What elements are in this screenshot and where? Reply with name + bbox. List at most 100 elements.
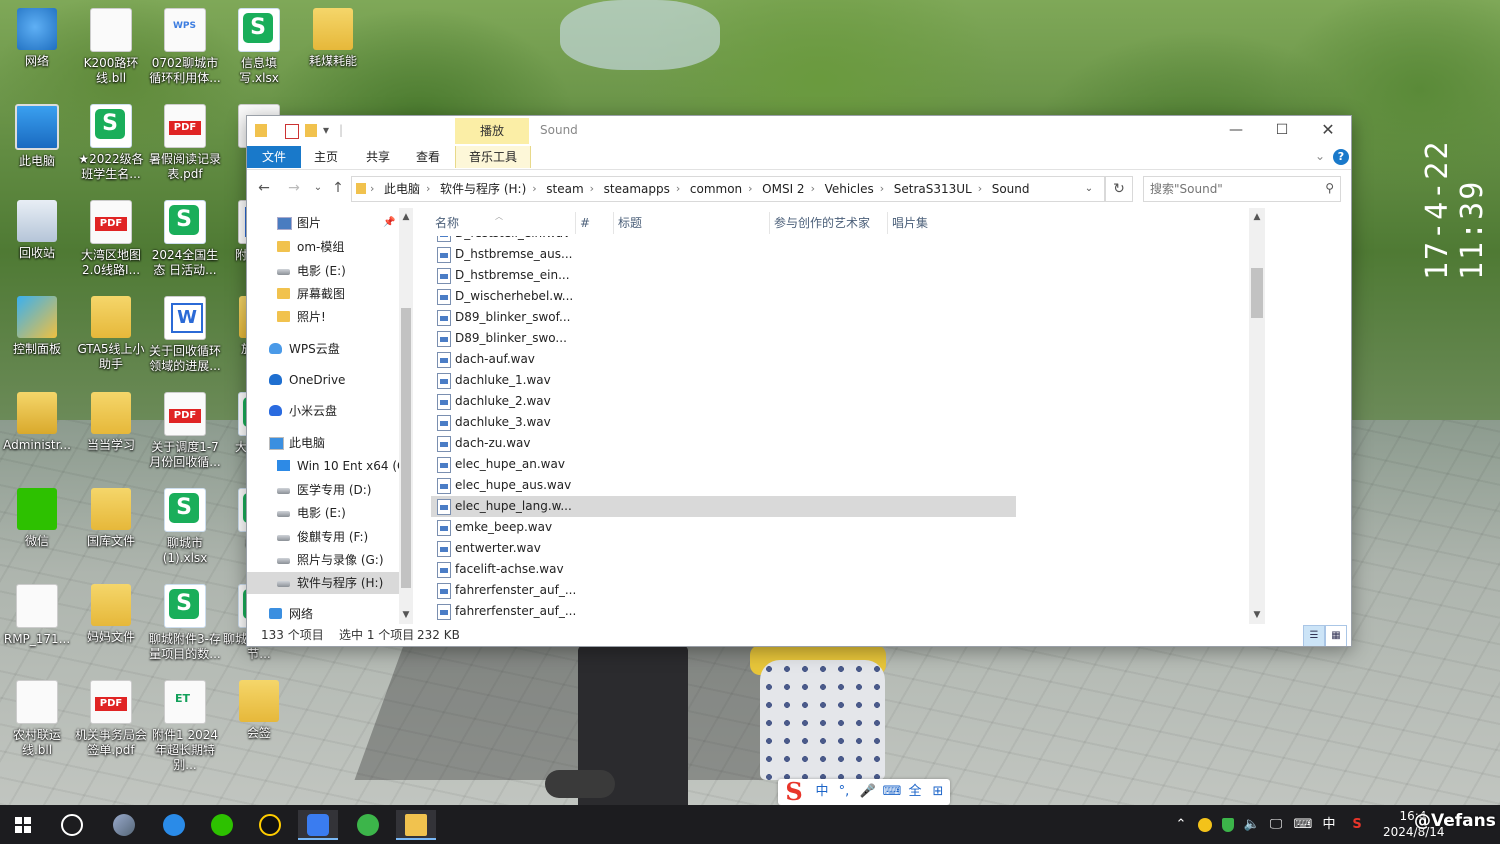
nav-item[interactable]: 照片与录像 (G:) xyxy=(247,549,399,571)
nav-item[interactable]: WPS云盘 xyxy=(247,338,399,360)
desktop-icon[interactable]: 微信 xyxy=(0,488,74,549)
breadcrumb-separator-icon[interactable]: › xyxy=(370,177,374,201)
nav-item[interactable]: 图片 📌 xyxy=(247,212,399,234)
desktop-icon[interactable]: 当当学习 xyxy=(74,392,148,453)
nav-item[interactable]: 电影 (E:) xyxy=(247,502,399,524)
file-row[interactable]: facelift-achse.wav xyxy=(431,559,1016,580)
minimize-button[interactable]: — xyxy=(1213,116,1259,144)
nav-item[interactable]: 软件与程序 (H:) xyxy=(247,572,399,594)
taskbar-app-wechat[interactable] xyxy=(202,810,242,840)
help-icon[interactable]: ? xyxy=(1333,149,1349,165)
column-header-album[interactable]: 唱片集 xyxy=(888,212,1016,234)
desktop-icon[interactable]: 会签 xyxy=(222,680,296,741)
desktop-icon[interactable]: 暑假阅读记录表.pdf xyxy=(148,104,222,182)
ime-toolbar[interactable]: S 中 °, 🎤 ⌨ 全 ⊞ xyxy=(778,779,950,805)
tab-music-tools[interactable]: 音乐工具 xyxy=(455,146,531,168)
file-row[interactable]: D89_blinker_swo... xyxy=(431,328,1016,349)
taskbar-app-browser[interactable] xyxy=(104,810,144,840)
file-scroll-thumb[interactable] xyxy=(1251,268,1263,318)
breadcrumb-separator-icon[interactable]: › xyxy=(426,177,430,201)
breadcrumb-item[interactable]: steam xyxy=(546,177,583,201)
properties-icon[interactable] xyxy=(285,124,299,139)
ime-fullwidth[interactable]: 全 xyxy=(905,783,925,801)
file-explorer-window[interactable]: ▾ | 播放 Sound — ☐ ✕ 文件 主页 共享 查看 音乐工具 ⌄ ? … xyxy=(246,115,1352,647)
column-header-artist[interactable]: 参与创作的艺术家 xyxy=(770,212,888,234)
network-icon[interactable]: 🖵 xyxy=(1266,815,1286,835)
ime-chinese-mode[interactable]: 中 xyxy=(812,783,832,801)
file-row[interactable]: fahrerfenster_auf_... xyxy=(431,580,1016,601)
nav-item[interactable]: 小米云盘 xyxy=(247,400,399,422)
recent-locations-button[interactable]: ⌄ xyxy=(309,179,327,197)
taskbar-app-feishu[interactable] xyxy=(298,810,338,840)
nav-scroll-down-icon[interactable]: ▼ xyxy=(399,608,413,622)
tab-view[interactable]: 查看 xyxy=(407,146,449,168)
file-row[interactable]: entwerter.wav xyxy=(431,538,1016,559)
breadcrumb-item[interactable]: OMSI 2 xyxy=(762,177,804,201)
desktop-icon[interactable]: Administr... xyxy=(0,392,74,453)
nav-scroll-thumb[interactable] xyxy=(401,308,411,588)
ime-punctuation[interactable]: °, xyxy=(834,783,854,801)
new-folder-icon[interactable] xyxy=(305,124,317,137)
ime-toolbox-icon[interactable]: ⊞ xyxy=(928,783,948,801)
tray-app-icon[interactable] xyxy=(1196,815,1214,835)
input-language[interactable]: 中 xyxy=(1320,815,1338,835)
breadcrumb-separator-icon[interactable]: › xyxy=(748,177,752,201)
desktop-icon[interactable]: 大湾区地图2.0线路I... xyxy=(74,200,148,278)
ribbon-expand-icon[interactable]: ⌄ xyxy=(1315,149,1325,165)
details-view-icon[interactable]: ☰ xyxy=(1303,625,1325,646)
ime-keyboard-icon[interactable]: ⌨ xyxy=(882,783,902,801)
up-button[interactable]: ↑ xyxy=(329,179,347,197)
nav-item[interactable]: 此电脑 xyxy=(247,432,399,454)
breadcrumb-item[interactable]: steamapps xyxy=(604,177,670,201)
search-input[interactable] xyxy=(1148,179,1318,199)
file-row[interactable]: D_hstbremse_ein... xyxy=(431,265,1016,286)
breadcrumb-item[interactable]: Sound xyxy=(992,177,1030,201)
breadcrumb-separator-icon[interactable]: › xyxy=(590,177,594,201)
taskbar-app-qq[interactable] xyxy=(250,810,290,840)
nav-pane-scrollbar[interactable]: ▲ ▼ xyxy=(399,208,413,624)
desktop-icon[interactable]: GTA5线上小助手 xyxy=(74,296,148,372)
nav-item[interactable]: 网络 xyxy=(247,603,399,625)
column-header-title[interactable]: 标题 xyxy=(614,212,770,234)
breadcrumb-item[interactable]: Vehicles xyxy=(825,177,874,201)
volume-icon[interactable]: 🔈 xyxy=(1242,815,1262,835)
search-box[interactable]: ⚲ xyxy=(1143,176,1341,202)
desktop-icon[interactable]: 耗煤耗能 xyxy=(296,8,370,69)
nav-item[interactable]: 屏幕截图 xyxy=(247,283,399,305)
file-row[interactable]: emke_beep.wav xyxy=(431,517,1016,538)
desktop-icon[interactable]: RMP_171... xyxy=(0,584,74,647)
nav-item[interactable]: 照片! xyxy=(247,306,399,328)
desktop-icon[interactable]: 0702聊城市循环利用体... xyxy=(148,8,222,86)
file-row[interactable]: dachluke_2.wav xyxy=(431,391,1016,412)
search-icon[interactable]: ⚲ xyxy=(1325,181,1334,195)
breadcrumb-item[interactable]: 此电脑 xyxy=(384,177,420,201)
file-row[interactable]: D_hstbremse_aus... xyxy=(431,244,1016,265)
breadcrumb-separator-icon[interactable]: › xyxy=(978,177,982,201)
desktop-icon[interactable]: K200路环线.bll xyxy=(74,8,148,86)
desktop-icon[interactable]: 关于回收循环领域的进展... xyxy=(148,296,222,374)
desktop-icon[interactable]: 妈妈文件 xyxy=(74,584,148,645)
file-row[interactable]: D89_blinker_swof... xyxy=(431,307,1016,328)
tray-security-icon[interactable] xyxy=(1219,815,1237,835)
address-bar[interactable]: ⌄ › 此电脑 › 软件与程序 (H:) › steam › steamapps › common… xyxy=(351,176,1105,202)
file-list[interactable]: ︿ 名称 # 标题 参与创作的艺术家 唱片集 D_feststell_ein.w… xyxy=(431,208,1281,624)
file-row[interactable]: dachluke_1.wav xyxy=(431,370,1016,391)
file-list-scrollbar[interactable]: ▲ ▼ xyxy=(1249,208,1265,624)
taskbar-app-pinwheel[interactable] xyxy=(52,810,92,840)
breadcrumb-item[interactable]: 软件与程序 (H:) xyxy=(440,177,526,201)
desktop-icon[interactable]: 聊城市(1).xlsx xyxy=(148,488,222,566)
file-row[interactable]: elec_hupe_an.wav xyxy=(431,454,1016,475)
taskbar-app-explorer[interactable] xyxy=(396,810,436,840)
column-header-name[interactable]: ︿ 名称 xyxy=(431,212,576,234)
pin-icon[interactable]: 📌 xyxy=(383,212,395,234)
ime-voice-icon[interactable]: 🎤 xyxy=(858,783,878,801)
title-bar[interactable]: ▾ | 播放 Sound — ☐ ✕ xyxy=(247,116,1351,146)
desktop-icon[interactable]: 聊城附件3-存量项目的数... xyxy=(148,584,222,662)
desktop-icon[interactable]: 控制面板 xyxy=(0,296,74,357)
close-button[interactable]: ✕ xyxy=(1305,116,1351,144)
back-button[interactable]: ← xyxy=(255,179,273,197)
tab-home[interactable]: 主页 xyxy=(305,146,347,168)
desktop-icon[interactable]: 关于调度1-7月份回收循... xyxy=(148,392,222,470)
tab-share[interactable]: 共享 xyxy=(357,146,399,168)
breadcrumb-separator-icon[interactable]: › xyxy=(880,177,884,201)
